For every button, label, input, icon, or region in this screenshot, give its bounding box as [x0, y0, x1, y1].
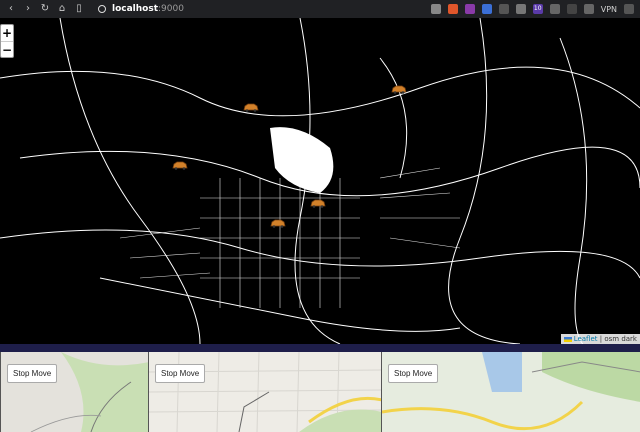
- stop-move-button[interactable]: Stop Move: [7, 364, 58, 383]
- menu-icon[interactable]: [624, 4, 634, 14]
- vehicle-marker-icon[interactable]: [390, 84, 408, 94]
- address-bar[interactable]: localhost:9000: [98, 2, 398, 16]
- stop-move-button[interactable]: Stop Move: [388, 364, 439, 383]
- brave-rewards-icon[interactable]: [464, 4, 475, 14]
- zoom-control: + −: [0, 24, 14, 58]
- flag-icon: [563, 336, 572, 342]
- vpn-button[interactable]: VPN: [601, 5, 617, 14]
- wallet-icon[interactable]: [583, 4, 594, 14]
- extension-icon[interactable]: [498, 4, 509, 14]
- zoom-out-button[interactable]: −: [1, 41, 13, 57]
- vehicle-marker-icon[interactable]: [242, 102, 260, 112]
- extension-bar: 10 VPN: [430, 4, 640, 14]
- badge-icon[interactable]: 10: [532, 4, 543, 14]
- map-attribution: Leaflet | osm dark: [560, 334, 640, 344]
- vehicle-marker-icon[interactable]: [309, 198, 327, 208]
- vehicle-marker-icon[interactable]: [171, 160, 189, 170]
- zoom-in-button[interactable]: +: [1, 25, 13, 41]
- bookmark-icon[interactable]: ▯: [74, 4, 84, 14]
- extension-icon[interactable]: [481, 4, 492, 14]
- attribution-text: | osm dark: [599, 335, 637, 343]
- extensions-puzzle-icon[interactable]: [549, 4, 560, 14]
- vehicle-marker-icon[interactable]: [269, 218, 287, 228]
- map-window-1[interactable]: Stop Move: [0, 352, 148, 432]
- map-window-2[interactable]: Stop Move: [148, 352, 381, 432]
- map-tiles: [0, 18, 640, 344]
- site-info-icon[interactable]: [98, 5, 106, 13]
- reload-icon[interactable]: ↻: [40, 4, 50, 14]
- back-icon[interactable]: ‹: [6, 4, 16, 14]
- stop-move-button[interactable]: Stop Move: [155, 364, 206, 383]
- map-window-3[interactable]: Stop Move: [381, 352, 640, 432]
- forward-icon[interactable]: ›: [23, 4, 33, 14]
- url-text[interactable]: localhost:9000: [112, 4, 184, 14]
- share-icon[interactable]: [430, 4, 441, 14]
- brave-shield-icon[interactable]: [447, 4, 458, 14]
- map-canvas[interactable]: + − Leaflet | osm dark: [0, 18, 640, 344]
- leaflet-link[interactable]: Leaflet: [574, 335, 598, 343]
- browser-toolbar: ‹ › ↻ ⌂ ▯ localhost:9000 10 VPN: [0, 0, 640, 18]
- home-icon[interactable]: ⌂: [57, 4, 67, 14]
- sidebar-icon[interactable]: [566, 4, 577, 14]
- extension-icon[interactable]: [515, 4, 526, 14]
- browser-nav: ‹ › ↻ ⌂ ▯: [0, 4, 84, 14]
